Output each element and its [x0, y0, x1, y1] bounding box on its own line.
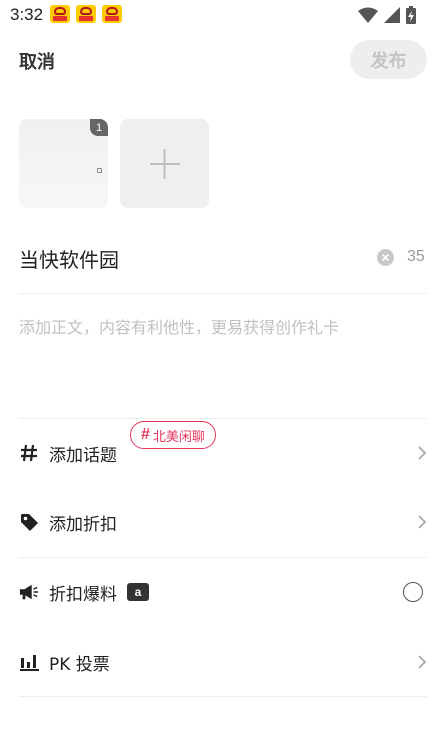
- add-discount-label: 添加折扣: [49, 514, 117, 535]
- deal-radio-button[interactable]: [403, 582, 423, 602]
- suggested-topic-chip[interactable]: # 北美闲聊: [130, 421, 216, 449]
- app-notification-icon: [102, 5, 122, 23]
- chevron-right-icon: [418, 446, 427, 460]
- pk-vote-row[interactable]: PK 投票: [19, 640, 427, 684]
- title-input[interactable]: 当快软件园: [19, 244, 119, 273]
- publish-button[interactable]: 发布: [350, 40, 427, 79]
- header: 取消 发布: [0, 36, 446, 84]
- image-thumbnail[interactable]: 1: [19, 119, 108, 208]
- cancel-button[interactable]: 取消: [19, 48, 55, 74]
- clear-title-icon[interactable]: [377, 249, 394, 266]
- divider: [19, 293, 427, 294]
- signal-icon: [384, 7, 400, 23]
- megaphone-icon: [19, 582, 39, 602]
- app-notification-icon: [50, 5, 70, 23]
- tag-icon: [19, 512, 39, 532]
- battery-charging-icon: [406, 6, 416, 24]
- deal-report-label: 折扣爆料: [49, 584, 117, 605]
- divider: [19, 696, 427, 697]
- deal-report-row[interactable]: 折扣爆料 a: [19, 570, 427, 614]
- status-bar: 3:32: [0, 0, 446, 30]
- chevron-right-icon: [418, 655, 427, 669]
- add-discount-row[interactable]: 添加折扣: [19, 500, 427, 544]
- divider: [19, 418, 427, 419]
- hashtag-icon: [19, 443, 39, 463]
- image-count-badge: 1: [90, 119, 108, 136]
- add-topic-row[interactable]: 添加话题: [19, 431, 427, 475]
- body-textarea[interactable]: [19, 314, 427, 404]
- status-time: 3:32: [10, 5, 44, 24]
- suggested-topic-label: 北美闲聊: [152, 429, 205, 445]
- amazon-icon: a: [127, 583, 149, 601]
- divider: [19, 557, 427, 558]
- add-image-button[interactable]: [120, 119, 209, 208]
- add-topic-label: 添加话题: [49, 445, 117, 466]
- pk-vote-label: PK 投票: [49, 654, 110, 675]
- image-placeholder-icon: [97, 168, 102, 173]
- plus-icon: [150, 149, 180, 179]
- chevron-right-icon: [418, 515, 427, 529]
- wifi-icon: [358, 7, 378, 23]
- app-notification-icon: [76, 5, 96, 23]
- title-char-count: 35: [407, 248, 425, 265]
- notification-icons: [50, 5, 122, 23]
- bar-chart-icon: [19, 652, 39, 672]
- amazon-badge-text: a: [134, 585, 142, 599]
- system-icons: [358, 6, 416, 24]
- hashtag-icon: #: [141, 426, 150, 443]
